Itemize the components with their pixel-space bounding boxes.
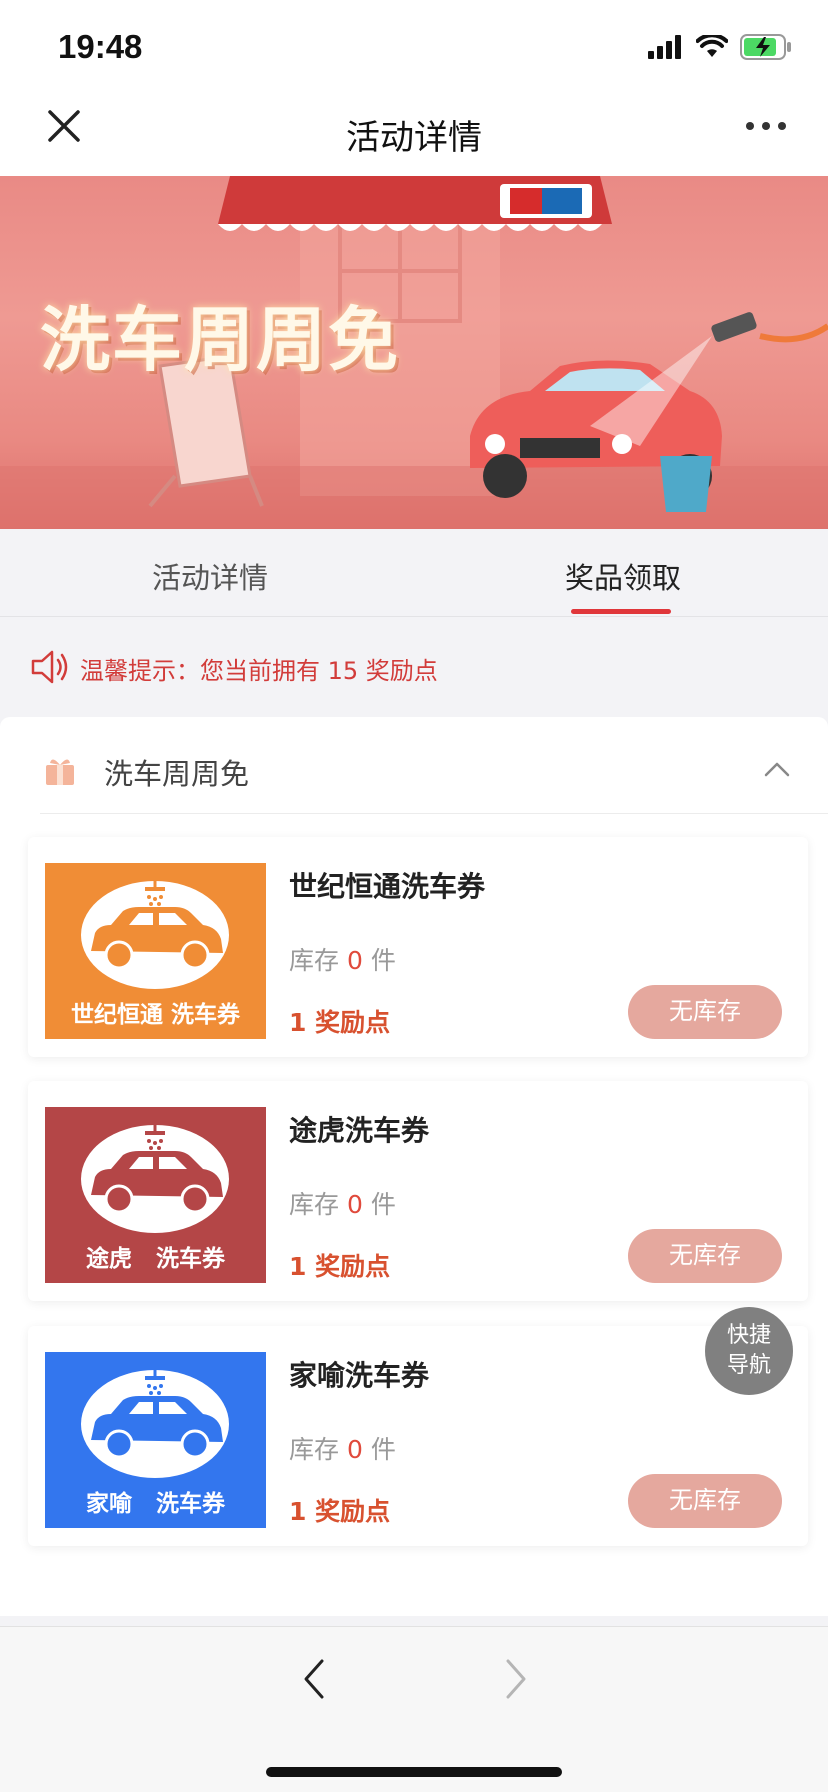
prize-points: 1 奖励点 [289,1497,391,1526]
thumbnail-caption: 世纪恒通 洗车券 [70,1002,240,1028]
status-bar: 19:48 [0,0,828,88]
status-time: 19:48 [58,28,143,65]
speaker-icon [31,650,68,684]
quick-nav-line1: 快捷 [726,1323,771,1348]
prize-stock: 库存 0 件 [289,1430,396,1466]
nav-bar: 活动详情 [0,88,828,176]
stock-count: 0 [346,946,363,975]
gift-icon [46,759,74,785]
prize-points: 1 奖励点 [289,1252,391,1281]
prize-points: 1 奖励点 [289,1008,391,1037]
out-of-stock-button[interactable]: 无库存 [628,1474,782,1528]
forward-arrow-icon[interactable] [502,1657,530,1701]
prize-card[interactable]: 世纪恒通 洗车券 世纪恒通洗车券 库存 0 件 1 奖励点 无库存 [28,837,808,1057]
quick-nav-line2: 导航 [726,1353,771,1378]
out-of-stock-button[interactable]: 无库存 [628,1229,782,1283]
stock-unit: 件 [370,1435,396,1464]
prize-thumbnail: 世纪恒通 洗车券 [45,863,266,1039]
section-title: 洗车周周免 [104,757,250,791]
banner-title: 洗车周周免 [40,299,400,381]
back-arrow-icon[interactable] [300,1657,328,1701]
prize-section: 洗车周周免 世纪恒通 洗车券 世纪恒通洗车券 库存 0 件 1 奖励点 无库存 … [0,717,828,1616]
tab-bar: 活动详情 奖品领取 [0,529,828,617]
stock-count: 0 [346,1435,363,1464]
prize-thumbnail: 家喻 洗车券 [45,1352,266,1528]
thumbnail-caption: 途虎 洗车券 [85,1246,226,1272]
stock-count: 0 [346,1190,363,1219]
stock-label: 库存 [289,1190,340,1219]
notice-bar: 温馨提示：您当前拥有 15 奖励点 [0,617,828,717]
wifi-icon [696,35,728,57]
quick-nav-button[interactable]: 快捷 导航 [705,1307,793,1395]
prize-name: 世纪恒通洗车券 [289,870,486,903]
stock-label: 库存 [289,1435,340,1464]
battery-charging-icon [740,34,791,60]
prize-thumbnail: 途虎 洗车券 [45,1107,266,1283]
prize-stock: 库存 0 件 [289,1185,396,1221]
page-title: 活动详情 [346,118,482,158]
prize-card[interactable]: 家喻 洗车券 家喻洗车券 库存 0 件 1 奖励点 无库存 [28,1326,808,1546]
thumbnail-caption: 家喻 洗车券 [85,1491,226,1517]
prize-stock: 库存 0 件 [289,941,396,977]
active-tab-indicator [571,609,671,614]
home-indicator [266,1767,562,1777]
tab-prize-claim[interactable]: 奖品领取 [565,555,681,597]
prize-name: 途虎洗车券 [289,1114,430,1147]
prize-card[interactable]: 途虎 洗车券 途虎洗车券 库存 0 件 1 奖励点 无库存 [28,1081,808,1301]
status-icons [648,34,792,60]
prize-name: 家喻洗车券 [289,1359,430,1392]
stock-unit: 件 [370,1190,396,1219]
out-of-stock-button[interactable]: 无库存 [628,985,782,1039]
more-icon[interactable] [744,116,788,136]
tab-activity-details[interactable]: 活动详情 [152,555,268,597]
activity-banner: 洗车周周免 [0,176,828,529]
signal-icon [648,35,681,59]
chevron-up-icon[interactable] [764,761,790,777]
section-header[interactable]: 洗车周周免 [40,717,828,814]
stock-label: 库存 [289,946,340,975]
page: 19:48 活动详情 洗车周周免 活动详情 奖品领取 温馨提示：您当前拥有 15… [0,0,828,1792]
notice-text: 温馨提示：您当前拥有 15 奖励点 [80,657,438,685]
stock-unit: 件 [370,946,396,975]
browser-bottom-bar [0,1626,828,1792]
